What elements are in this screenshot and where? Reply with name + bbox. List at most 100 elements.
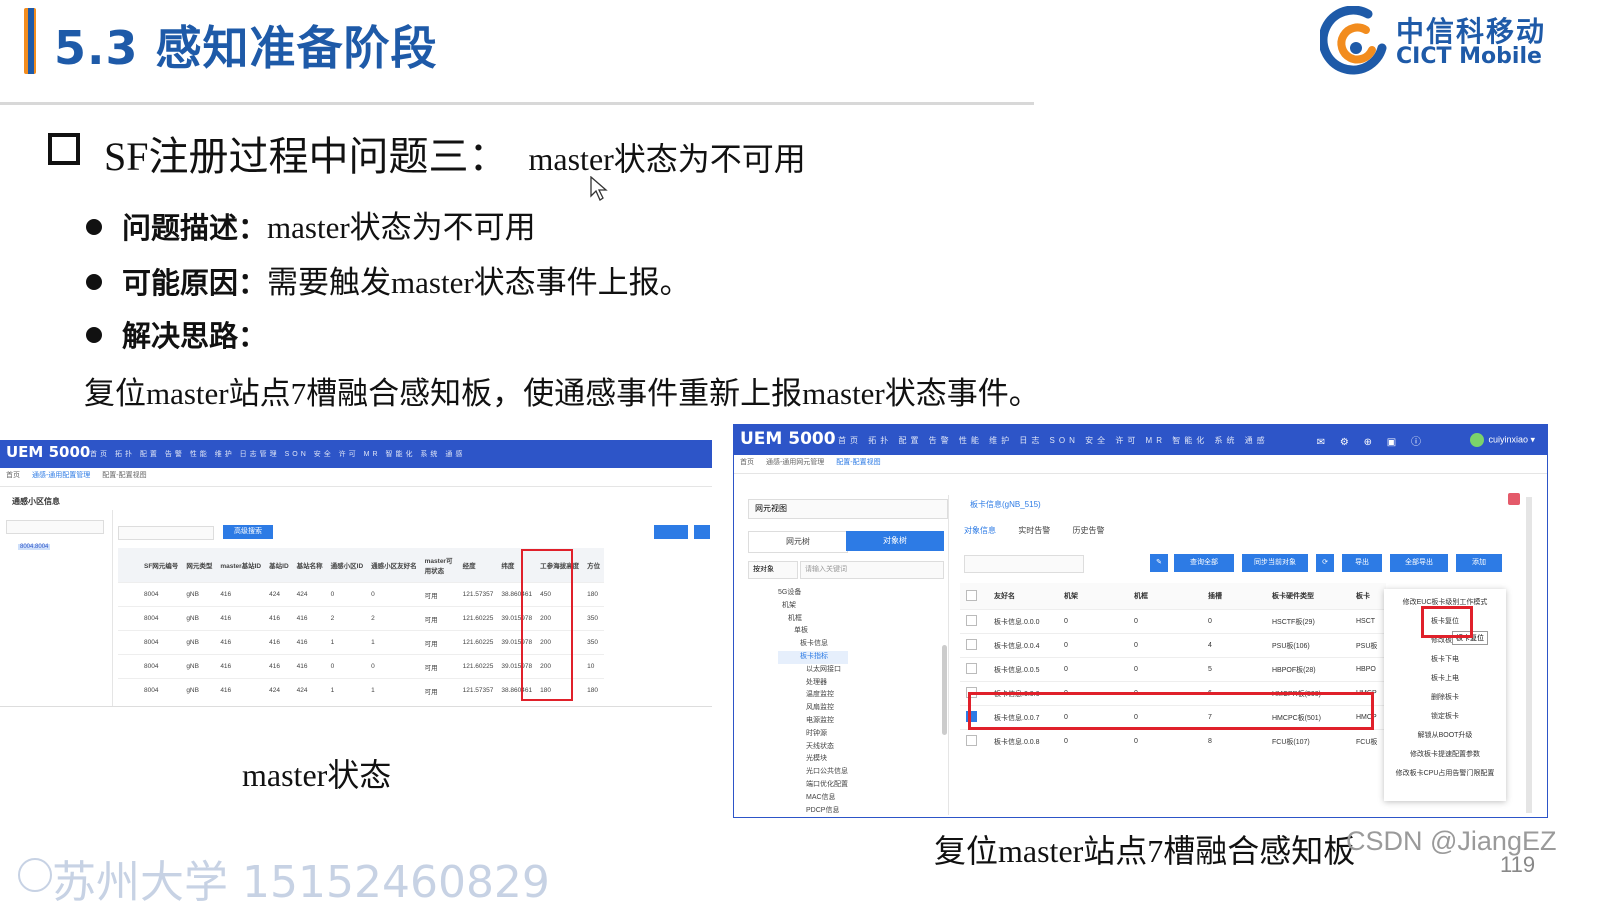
row-checkbox[interactable] (966, 639, 977, 650)
col-header: 经度 (458, 548, 498, 583)
table-cell: 424 (265, 582, 293, 607)
context-menu-item[interactable]: 解锁从BOOT升级 (1384, 726, 1506, 745)
context-menu-item[interactable]: 锁定板卡 (1384, 707, 1506, 726)
table-cell: 121.57357 (458, 582, 498, 607)
user-menu[interactable]: cuiyinxiao ▾ (1470, 433, 1535, 447)
col-header: SF网元编号 (140, 548, 183, 583)
export-button[interactable] (654, 525, 688, 539)
panel-tab[interactable]: 板卡信息(gNB_515) (970, 499, 1041, 510)
tree-item[interactable]: 时钟源 (778, 728, 848, 741)
select-all-checkbox[interactable] (966, 589, 977, 601)
tab-object-info[interactable]: 对象信息 (964, 526, 996, 535)
tab-sensing-config[interactable]: 通感-通用配置管理 (32, 472, 90, 479)
tab-history-alarm[interactable]: 历史告警 (1072, 526, 1104, 535)
col-header: 通感小区友好名 (367, 548, 421, 583)
seg-ne-tree[interactable]: 网元树 (748, 531, 848, 553)
table-cell: 8004 (140, 606, 183, 631)
filter-select[interactable]: 按对象 (748, 561, 798, 579)
table-cell: 0 (1058, 729, 1128, 753)
tree-item[interactable]: 以太网接口 (778, 664, 848, 677)
tree-search-input[interactable] (6, 520, 104, 534)
uem-menu[interactable]: 首页 拓扑 配置 告警 性能 维护 日志管理 SON 安全 许可 MR 智能化 … (90, 449, 465, 459)
query-all-button[interactable]: 查询全部 (1174, 554, 1234, 572)
tree-item[interactable]: 机架 (778, 600, 848, 613)
context-menu-item[interactable]: 板卡下电 (1384, 650, 1506, 669)
table-row[interactable]: 板卡信息.0.0.8 0 0 8 FCU板(107) FCU板 (960, 729, 1386, 753)
caption-right: 复位master站点7槽融合感知板 (934, 833, 1356, 869)
table-cell: 121.60225 (458, 606, 498, 631)
tab-sensing-ne[interactable]: 通感-通用网元管理 (766, 459, 824, 466)
context-menu-item[interactable]: 删除板卡 (1384, 688, 1506, 707)
context-menu-item[interactable]: 板卡上电 (1384, 669, 1506, 688)
table-row[interactable]: 板卡信息.0.0.4 0 0 4 PSU板(106) PSU板 (960, 633, 1386, 658)
tree-item[interactable]: 板卡指标 (778, 650, 848, 664)
table-row[interactable]: 板卡信息.0.0.5 0 0 5 HBPOF板(28) HBPO (960, 657, 1386, 682)
row-checkbox[interactable] (966, 663, 977, 674)
context-menu-item[interactable]: 修改板卡提速配置参数 (1384, 745, 1506, 764)
row-checkbox[interactable] (118, 654, 140, 679)
sync-object-button[interactable]: 同步当前对象 (1242, 554, 1308, 572)
table-cell: 可用 (420, 582, 459, 607)
tree-item[interactable]: 机框 (778, 613, 848, 626)
row-checkbox[interactable] (118, 678, 140, 702)
view-select[interactable]: 网元视图 (748, 499, 948, 519)
more-button[interactable] (694, 525, 710, 539)
panel-scrollbar[interactable] (1526, 497, 1532, 813)
tree-item[interactable]: 5G设备 (778, 587, 848, 600)
tab-realtime-alarm[interactable]: 实时告警 (1018, 526, 1050, 535)
refresh-icon[interactable]: ⟳ (1316, 554, 1334, 572)
row-checkbox[interactable] (118, 630, 140, 655)
tree-item[interactable]: 处理器 (778, 677, 848, 690)
toolbar-icons[interactable]: ✉ ⚙ ⊕ ▣ ⓘ (1317, 433, 1427, 448)
tab-config-view[interactable]: 配置-配置视图 (102, 472, 146, 479)
tree-item[interactable]: 端口优化配置 (778, 779, 848, 792)
tab-config-view[interactable]: 配置-配置视图 (836, 459, 880, 466)
avatar (1470, 433, 1485, 447)
row-checkbox[interactable] (966, 615, 977, 626)
tree-item[interactable]: 风扇监控 (778, 702, 848, 715)
logo-text-en: CICT Mobile (1396, 44, 1542, 69)
tree-item[interactable]: 电源监控 (778, 715, 848, 728)
uem-menu[interactable]: 首页 拓扑 配置 告警 性能 维护 日志 SON 安全 许可 MR 智能化 系统… (838, 435, 1269, 446)
context-menu-item[interactable]: 修改板卡CPU占用告警门限配置 (1384, 764, 1506, 783)
row-checkbox[interactable] (966, 735, 977, 746)
title-accent-bar (24, 8, 36, 74)
table-row[interactable]: 板卡信息.0.0.0 0 0 0 HSCTF板(29) HSCT (960, 609, 1386, 634)
edit-icon[interactable]: ✎ (1150, 554, 1168, 572)
seg-object-tree[interactable]: 对象树 (846, 531, 944, 551)
page-number: 119 (1500, 852, 1536, 877)
row-checkbox[interactable] (118, 582, 140, 607)
board-search-input[interactable] (964, 555, 1084, 573)
table-cell: 424 (292, 678, 327, 702)
table-cell: 1 (367, 630, 421, 655)
bullet-label: 可能原因： (122, 266, 268, 300)
table-cell: 0 (1202, 609, 1266, 634)
highlight-master-state-column (521, 549, 573, 701)
tree-item[interactable]: 温度监控 (778, 689, 848, 702)
table-cell: 121.60225 (458, 654, 498, 679)
bullet-solution: 解决思路： (86, 313, 267, 355)
export-button[interactable]: 导出 (1342, 554, 1382, 572)
export-all-button[interactable]: 全部导出 (1390, 554, 1448, 572)
add-button[interactable]: 添加 (1456, 554, 1502, 572)
solution-text: 复位master站点7槽融合感知板，使通感事件重新上报master状态事件。 (84, 376, 1040, 411)
tree-search-input[interactable]: 请输入关键词 (800, 561, 944, 579)
tab-home[interactable]: 首页 (740, 459, 754, 466)
tree-node[interactable]: 8004.8004 (18, 544, 51, 550)
close-panel-icon[interactable] (1508, 493, 1520, 505)
tree-item[interactable]: 光模块 (778, 753, 848, 766)
tree-item[interactable]: 单板 (778, 625, 848, 638)
tree-item[interactable]: 板卡信息 (778, 638, 848, 651)
row-checkbox[interactable] (118, 606, 140, 631)
col-header: 插槽 (1202, 583, 1266, 610)
tree-item[interactable]: MAC信息 (778, 792, 848, 805)
table-header: 友好名 机架 机框 插槽 板卡硬件类型 板卡 (960, 583, 1386, 610)
filter-input[interactable] (118, 526, 214, 540)
tree-item[interactable]: 光口公共信息 (778, 766, 848, 779)
tree-item[interactable]: 天线状态 (778, 741, 848, 754)
tab-home[interactable]: 首页 (6, 472, 20, 479)
tree-scrollbar[interactable] (942, 645, 947, 735)
table-cell: FCU板 (1350, 729, 1386, 753)
tree-item[interactable]: PDCP信息 (778, 805, 848, 817)
advanced-search-button[interactable]: 高级搜索 (223, 525, 273, 539)
